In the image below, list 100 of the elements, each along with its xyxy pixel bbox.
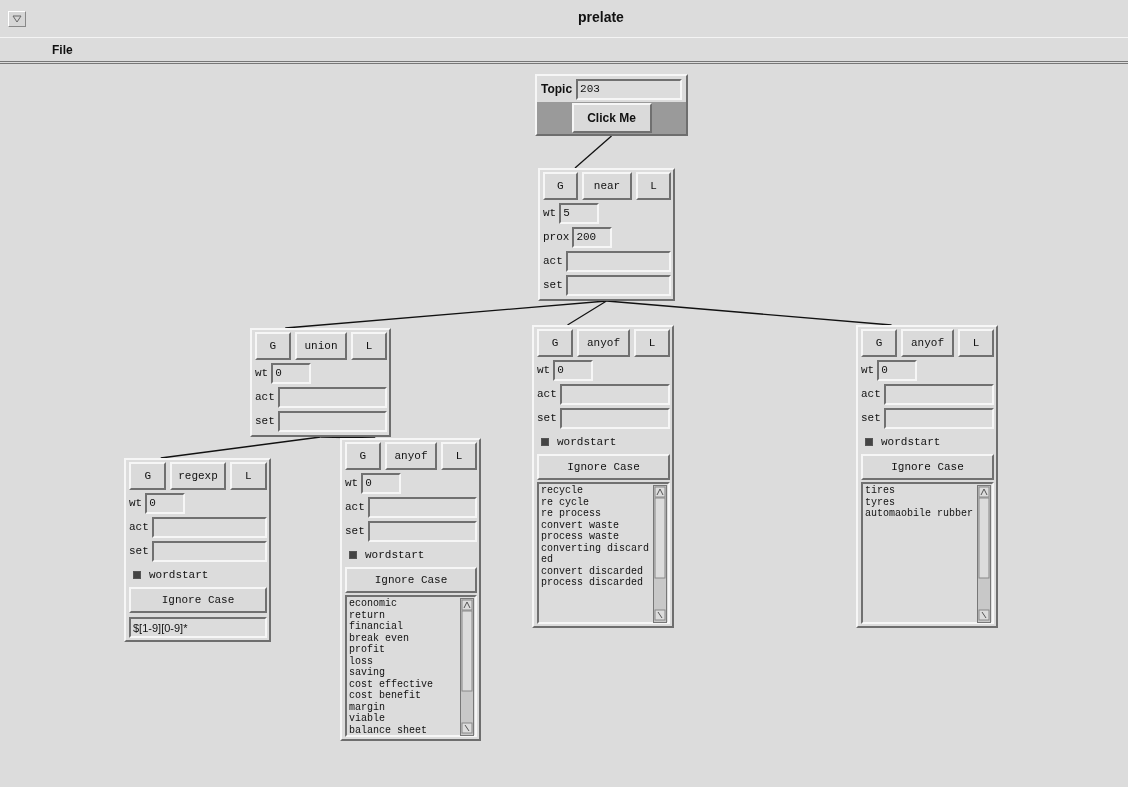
node-button[interactable]: L <box>229 462 267 490</box>
window-menu-button[interactable] <box>8 10 26 27</box>
field-label: set <box>861 412 881 424</box>
checkbox-label: wordstart <box>881 436 941 448</box>
pattern-field[interactable]: $[1-9][0-9]* <box>129 617 267 638</box>
ignore-case-button[interactable]: Ignore Case <box>537 454 670 480</box>
node-button[interactable]: G <box>345 442 381 470</box>
checkbox-label: wordstart <box>557 436 617 448</box>
input-field[interactable]: 0 <box>271 362 312 384</box>
node-button[interactable]: L <box>636 172 671 200</box>
node-button[interactable]: G <box>543 172 578 200</box>
list-item[interactable]: automaobile rubber <box>865 508 973 520</box>
input-field[interactable] <box>559 407 670 429</box>
input-field[interactable] <box>565 274 671 296</box>
list-item[interactable]: saving <box>349 667 457 679</box>
list-item[interactable]: re cycle <box>541 496 649 508</box>
input-field[interactable] <box>151 540 267 562</box>
ignore-case-button[interactable]: Ignore Case <box>129 587 267 613</box>
list-item[interactable]: balance sheet <box>349 724 457 736</box>
field-label: act <box>543 255 563 267</box>
node-button[interactable]: G <box>537 329 574 357</box>
field-label: act <box>537 388 557 400</box>
field-label: act <box>129 521 149 533</box>
operator-button[interactable]: near <box>581 172 633 200</box>
list-item[interactable]: process waste <box>541 531 649 543</box>
node-button[interactable]: L <box>441 442 477 470</box>
list-item[interactable]: financial <box>349 621 457 633</box>
input-field[interactable] <box>367 520 477 542</box>
field-label: set <box>537 412 557 424</box>
topic-field[interactable]: 203 <box>576 78 682 100</box>
list-item[interactable]: tires <box>865 485 973 497</box>
scroll-bar[interactable] <box>977 485 991 623</box>
scroll-bar[interactable] <box>653 485 667 623</box>
list-item[interactable]: cost benefit <box>349 690 457 702</box>
list-item[interactable]: economic <box>349 598 457 610</box>
field-label: Topic <box>541 82 573 96</box>
field-label: act <box>861 388 881 400</box>
input-field[interactable] <box>151 516 267 538</box>
node-button[interactable]: L <box>957 329 994 357</box>
field-label: set <box>129 545 149 557</box>
list-item[interactable]: viable <box>349 713 457 725</box>
menu-item[interactable]: File <box>48 42 77 57</box>
checkbox[interactable] <box>133 571 141 579</box>
field-label: wt <box>543 207 557 219</box>
input-field[interactable] <box>565 250 671 272</box>
input-field[interactable] <box>883 383 994 405</box>
list-item[interactable]: tyres <box>865 496 973 508</box>
list-item[interactable]: loss <box>349 655 457 667</box>
input-field[interactable] <box>277 410 387 432</box>
term-list[interactable]: tires tyres automaobile rubber <box>861 482 994 624</box>
operator-button[interactable]: regexp <box>170 462 226 490</box>
connector-line <box>574 135 613 169</box>
field-label: wt <box>345 477 359 489</box>
input-field[interactable] <box>883 407 994 429</box>
list-item[interactable]: convert waste <box>541 519 649 531</box>
input-field[interactable]: 0 <box>877 359 918 381</box>
list-item[interactable]: re process <box>541 508 649 520</box>
list-item[interactable]: break even <box>349 632 457 644</box>
input-field[interactable]: 5 <box>559 202 600 224</box>
checkbox[interactable] <box>865 438 873 446</box>
field-label: act <box>345 501 365 513</box>
operator-button[interactable]: anyof <box>577 329 630 357</box>
window-title: prelate <box>578 9 624 25</box>
input-field[interactable]: 200 <box>572 226 613 248</box>
node-button[interactable]: G <box>129 462 167 490</box>
field-label: set <box>255 415 275 427</box>
input-field[interactable]: 0 <box>145 492 186 514</box>
list-item[interactable]: process discarded <box>541 577 649 589</box>
input-field[interactable] <box>277 386 387 408</box>
field-label: wt <box>129 497 143 509</box>
list-item[interactable]: convert discarded <box>541 565 649 577</box>
list-item[interactable]: recycle <box>541 485 649 497</box>
node-button[interactable]: G <box>861 329 898 357</box>
input-field[interactable] <box>559 383 670 405</box>
list-item[interactable]: profit <box>349 644 457 656</box>
operator-button[interactable]: anyof <box>901 329 954 357</box>
list-item[interactable]: margin <box>349 701 457 713</box>
node-button[interactable]: G <box>255 332 291 360</box>
checkbox[interactable] <box>541 438 549 446</box>
input-field[interactable] <box>367 496 477 518</box>
triangle-icon <box>12 14 22 23</box>
ignore-case-button[interactable]: Ignore Case <box>345 567 477 593</box>
term-list[interactable]: recycle re cycle re process convert waste process waste converting discarded convert discarded process discarded <box>537 482 670 624</box>
checkbox[interactable] <box>349 551 357 559</box>
input-field[interactable]: 0 <box>553 359 594 381</box>
node-button[interactable]: L <box>351 332 387 360</box>
checkbox-label: wordstart <box>365 549 425 561</box>
input-field[interactable]: 0 <box>361 472 402 494</box>
operator-button[interactable]: union <box>294 332 348 360</box>
click-me-button[interactable]: Click Me <box>571 103 652 133</box>
list-item[interactable]: return <box>349 609 457 621</box>
operator-button[interactable]: anyof <box>384 442 438 470</box>
field-label: act <box>255 391 275 403</box>
list-item[interactable]: cost effective <box>349 678 457 690</box>
field-label: wt <box>537 364 551 376</box>
scroll-bar[interactable] <box>460 598 474 736</box>
node-button[interactable]: L <box>633 329 670 357</box>
term-list[interactable]: economic return financial break even profit loss saving cost effective cost benefit margin viable balance sheet <box>345 595 477 737</box>
checkbox-label: wordstart <box>149 569 209 581</box>
ignore-case-button[interactable]: Ignore Case <box>861 454 994 480</box>
